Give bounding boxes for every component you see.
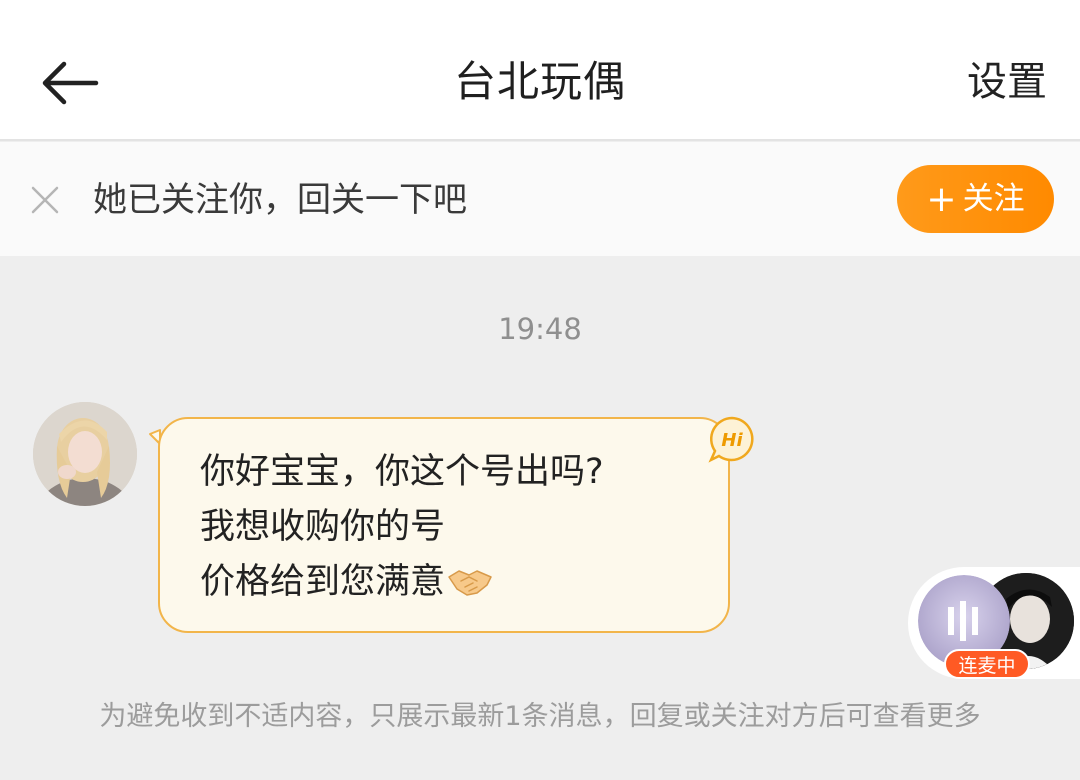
hi-badge-icon: Hi <box>708 416 754 463</box>
message-line-text: 价格给到您满意 <box>200 562 446 602</box>
page-title: 台北玩偶 <box>453 57 626 106</box>
close-banner-button[interactable] <box>25 180 65 220</box>
message-line: 价格给到您满意 <box>200 555 728 610</box>
live-call-widget[interactable]: 连麦中 <box>908 567 1080 679</box>
message-timestamp: 19:48 <box>498 312 582 346</box>
message-line: 我想收购你的号 <box>200 507 446 547</box>
message-line: 你好宝宝，你这个号出吗? <box>200 452 604 492</box>
settings-button[interactable]: 设置 <box>967 52 1047 112</box>
handshake-emoji-icon <box>448 570 492 596</box>
follow-back-banner: 她已关注你，回关一下吧 + 关注 <box>0 142 1080 256</box>
top-navigation-bar: 台北玩偶 设置 <box>0 0 1080 141</box>
hi-badge-text: Hi <box>721 430 743 451</box>
avatar-photo <box>33 402 137 506</box>
sender-avatar[interactable] <box>33 402 137 506</box>
plus-icon: + <box>926 179 957 220</box>
follow-button[interactable]: + 关注 <box>897 165 1054 233</box>
close-icon <box>31 186 59 214</box>
follow-back-message: 她已关注你，回关一下吧 <box>93 180 467 220</box>
message-bubble[interactable]: 你好宝宝，你这个号出吗? 我想收购你的号 价格给到您满意 <box>158 417 730 633</box>
follow-button-label: 关注 <box>962 181 1025 217</box>
live-status-badge: 连麦中 <box>944 649 1030 679</box>
message-limit-notice: 为避免收到不适内容，只展示最新1条消息，回复或关注对方后可查看更多 <box>99 701 981 732</box>
